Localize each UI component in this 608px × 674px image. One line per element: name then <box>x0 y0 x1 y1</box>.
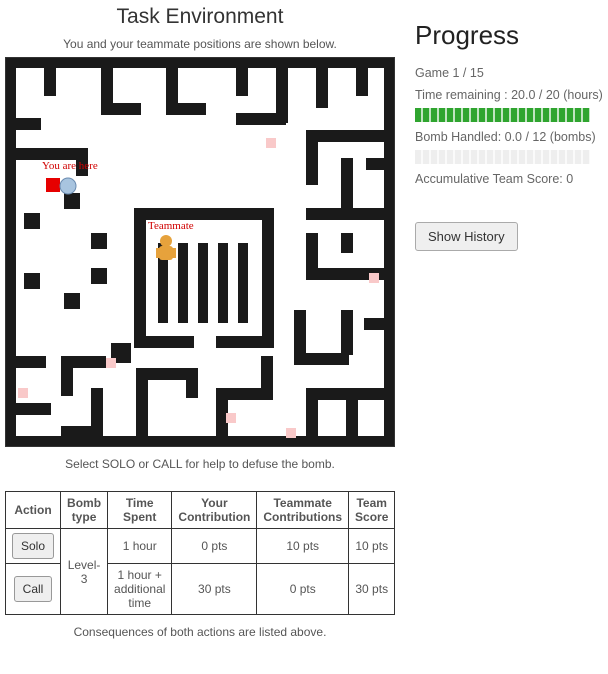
table-row: Solo Level-3 1 hour 0 pts 10 pts 10 pts <box>6 529 395 564</box>
col-team-score: Team Score <box>349 492 395 529</box>
cell: 30 pts <box>172 564 257 615</box>
you-label: You are here <box>42 160 98 172</box>
time-remaining: Time remaining : 20.0 / 20 (hours) <box>415 88 603 102</box>
team-score: Accumulative Team Score: 0 <box>415 172 603 186</box>
col-bomb-type: Bomb type <box>61 492 108 529</box>
game-counter: Game 1 / 15 <box>415 66 603 80</box>
cell: 1 hour + additional time <box>108 564 172 615</box>
bomb-type-cell: Level-3 <box>61 529 108 615</box>
cell: 10 pts <box>257 529 349 564</box>
col-teammate-contributions: Teammate Contributions <box>257 492 349 529</box>
consequence-table: Action Bomb type Time Spent Your Contrib… <box>5 491 395 615</box>
cell: 10 pts <box>349 529 395 564</box>
teammate-label: Teammate <box>148 220 194 232</box>
cell: 0 pts <box>257 564 349 615</box>
time-progress-bar <box>415 108 590 122</box>
map-svg <box>6 58 394 446</box>
select-instruction: Select SOLO or CALL for help to defuse t… <box>5 457 395 471</box>
col-your-contribution: Your Contribution <box>172 492 257 529</box>
cell: 30 pts <box>349 564 395 615</box>
col-action: Action <box>6 492 61 529</box>
bombs-handled: Bomb Handled: 0.0 / 12 (bombs) <box>415 130 603 144</box>
page-title: Task Environment <box>0 5 400 29</box>
col-time-spent: Time Spent <box>108 492 172 529</box>
cell: 1 hour <box>108 529 172 564</box>
call-button[interactable]: Call <box>14 576 53 602</box>
cell: 0 pts <box>172 529 257 564</box>
bombs-progress-bar <box>415 150 590 164</box>
show-history-button[interactable]: Show History <box>415 222 518 251</box>
progress-heading: Progress <box>415 20 603 51</box>
env-subtitle: You and your teammate positions are show… <box>0 37 400 51</box>
map-container: You are here Teammate <box>5 57 395 447</box>
solo-button[interactable]: Solo <box>12 533 54 559</box>
consequence-caption: Consequences of both actions are listed … <box>5 625 395 639</box>
